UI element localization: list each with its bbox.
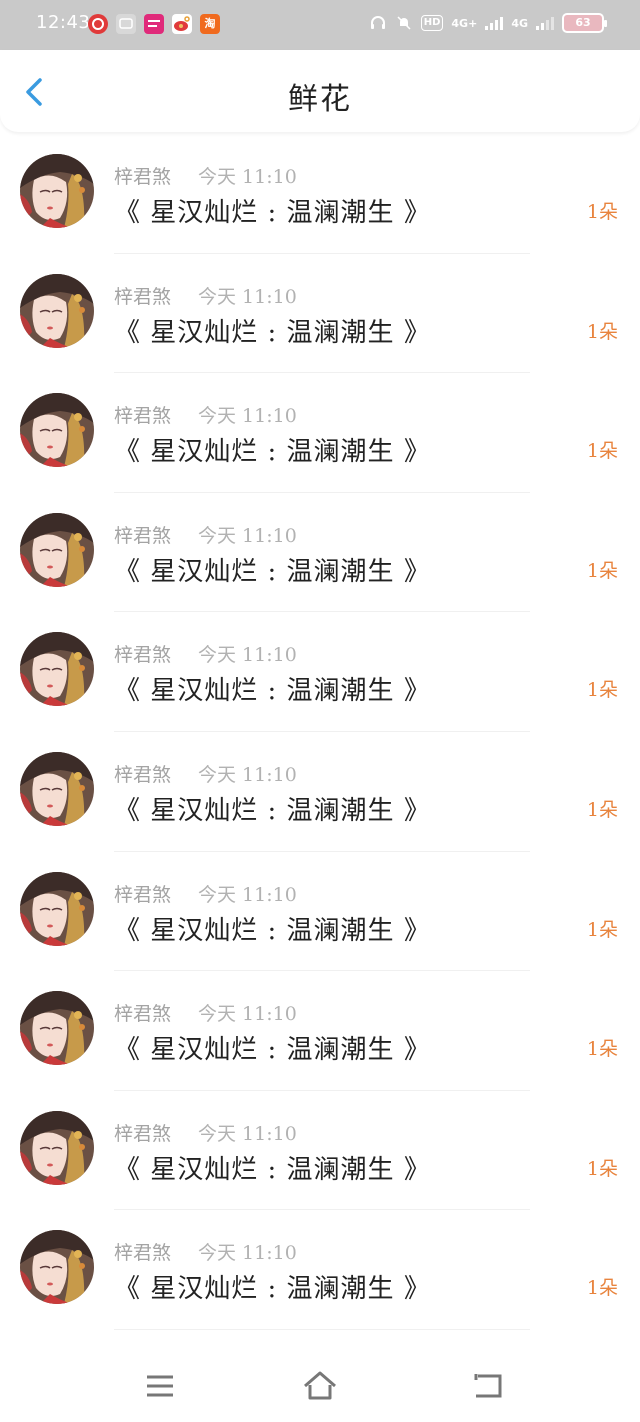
list-item[interactable]: 梓君煞 今天 11:10 《 星汉灿烂 : 温澜潮生 》 1朵 bbox=[0, 971, 640, 1091]
sender-name: 梓君煞 bbox=[114, 166, 172, 188]
header: 鲜花 bbox=[0, 50, 640, 132]
netease-music-icon bbox=[88, 14, 108, 34]
home-button[interactable] bbox=[302, 1368, 338, 1404]
book-title: 《 星汉灿烂 : 温澜潮生 》 bbox=[114, 1154, 431, 1185]
book-title: 《 星汉灿烂 : 温澜潮生 》 bbox=[114, 198, 431, 228]
flower-list: 梓君煞 今天 11:10 《 星汉灿烂 : 温澜潮生 》 1朵 梓君煞 今天 1… bbox=[0, 134, 640, 1330]
book-title: 《 星汉灿烂 : 温澜潮生 》 bbox=[114, 317, 431, 348]
sender-name: 梓君煞 bbox=[114, 524, 172, 547]
book-title: 《 星汉灿烂 : 温澜潮生 》 bbox=[114, 437, 431, 468]
status-indicators: HD 4G+ 4G 63 bbox=[369, 13, 607, 33]
status-bar: 12:43 淘 HD 4G+ 4G 63 bbox=[0, 0, 640, 50]
sender-name: 梓君煞 bbox=[114, 1003, 172, 1026]
taobao-icon: 淘 bbox=[200, 14, 220, 34]
system-nav-bar bbox=[0, 1352, 640, 1422]
signal-icon bbox=[485, 16, 504, 30]
book-title: 《 星汉灿烂 : 温澜潮生 》 bbox=[114, 1035, 431, 1066]
send-time: 今天 11:10 bbox=[198, 285, 297, 308]
mute-bell-icon bbox=[395, 13, 413, 33]
flower-count: 1朵 bbox=[586, 798, 618, 821]
network-type-1: 4G+ bbox=[451, 16, 478, 30]
list-item[interactable]: 梓君煞 今天 11:10 《 星汉灿烂 : 温澜潮生 》 1朵 bbox=[0, 1210, 640, 1330]
list-item[interactable]: 梓君煞 今天 11:10 《 星汉灿烂 : 温澜潮生 》 1朵 bbox=[0, 1091, 640, 1211]
menu-button[interactable] bbox=[142, 1368, 178, 1404]
book-title: 《 星汉灿烂 : 温澜潮生 》 bbox=[114, 1274, 431, 1305]
menu-icon bbox=[147, 1375, 173, 1397]
avatar[interactable] bbox=[20, 1230, 94, 1305]
sender-name: 梓君煞 bbox=[114, 285, 172, 308]
book-title: 《 星汉灿烂 : 温澜潮生 》 bbox=[114, 795, 431, 826]
back-nav-button[interactable] bbox=[470, 1368, 506, 1404]
flower-count: 1朵 bbox=[586, 1157, 618, 1180]
hd-badge: HD bbox=[420, 15, 444, 31]
news-app-icon bbox=[144, 14, 164, 34]
send-time: 今天 11:10 bbox=[198, 1122, 297, 1145]
book-title: 《 星汉灿烂 : 温澜潮生 》 bbox=[114, 676, 431, 707]
battery-icon: 63 bbox=[562, 13, 607, 33]
sender-name: 梓君煞 bbox=[114, 1122, 172, 1145]
network-type-2: 4G bbox=[511, 16, 528, 30]
back-icon bbox=[474, 1374, 502, 1398]
send-time: 今天 11:10 bbox=[198, 166, 297, 188]
flower-count: 1朵 bbox=[586, 201, 618, 223]
sender-name: 梓君煞 bbox=[114, 763, 172, 786]
sender-name: 梓君煞 bbox=[114, 1242, 172, 1265]
book-title: 《 星汉灿烂 : 温澜潮生 》 bbox=[114, 915, 431, 946]
avatar[interactable] bbox=[20, 512, 94, 587]
flower-count: 1朵 bbox=[586, 1038, 618, 1061]
status-time: 12:43 bbox=[36, 12, 91, 33]
sender-name: 梓君煞 bbox=[114, 644, 172, 667]
send-time: 今天 11:10 bbox=[198, 1242, 297, 1265]
list-item[interactable]: 梓君煞 今天 11:10 《 星汉灿烂 : 温澜潮生 》 1朵 bbox=[0, 373, 640, 493]
flower-count: 1朵 bbox=[586, 918, 618, 941]
list-item[interactable]: 梓君煞 今天 11:10 《 星汉灿烂 : 温澜潮生 》 1朵 bbox=[0, 254, 640, 374]
list-item[interactable]: 梓君煞 今天 11:10 《 星汉灿烂 : 温澜潮生 》 1朵 bbox=[0, 852, 640, 972]
avatar[interactable] bbox=[20, 1110, 94, 1185]
page-title: 鲜花 bbox=[288, 82, 352, 117]
book-title: 《 星汉灿烂 : 温澜潮生 》 bbox=[114, 556, 431, 587]
send-time: 今天 11:10 bbox=[198, 524, 297, 547]
avatar[interactable] bbox=[20, 751, 94, 826]
weibo-icon bbox=[172, 14, 192, 34]
send-time: 今天 11:10 bbox=[198, 644, 297, 667]
home-icon bbox=[304, 1371, 336, 1400]
signal-icon-2 bbox=[536, 16, 554, 30]
flower-count: 1朵 bbox=[586, 440, 618, 463]
notification-icons: 淘 bbox=[88, 14, 220, 34]
flower-count: 1朵 bbox=[586, 559, 618, 582]
send-time: 今天 11:10 bbox=[198, 405, 297, 428]
avatar[interactable] bbox=[20, 154, 94, 228]
flower-count: 1朵 bbox=[586, 1277, 618, 1300]
chat-app-icon bbox=[116, 14, 136, 34]
sender-name: 梓君煞 bbox=[114, 883, 172, 906]
flower-count: 1朵 bbox=[586, 320, 618, 343]
send-time: 今天 11:10 bbox=[198, 883, 297, 906]
avatar[interactable] bbox=[20, 991, 94, 1066]
list-item[interactable]: 梓君煞 今天 11:10 《 星汉灿烂 : 温澜潮生 》 1朵 bbox=[0, 612, 640, 732]
list-item[interactable]: 梓君煞 今天 11:10 《 星汉灿烂 : 温澜潮生 》 1朵 bbox=[0, 134, 640, 254]
divider bbox=[114, 1328, 530, 1330]
list-item[interactable]: 梓君煞 今天 11:10 《 星汉灿烂 : 温澜潮生 》 1朵 bbox=[0, 493, 640, 613]
sender-name: 梓君煞 bbox=[114, 405, 172, 428]
send-time: 今天 11:10 bbox=[198, 763, 297, 786]
avatar[interactable] bbox=[20, 273, 94, 348]
avatar[interactable] bbox=[20, 871, 94, 946]
headphone-icon bbox=[369, 13, 387, 33]
send-time: 今天 11:10 bbox=[198, 1003, 297, 1026]
avatar[interactable] bbox=[20, 632, 94, 707]
avatar[interactable] bbox=[20, 393, 94, 468]
list-item[interactable]: 梓君煞 今天 11:10 《 星汉灿烂 : 温澜潮生 》 1朵 bbox=[0, 732, 640, 852]
flower-count: 1朵 bbox=[586, 679, 618, 702]
